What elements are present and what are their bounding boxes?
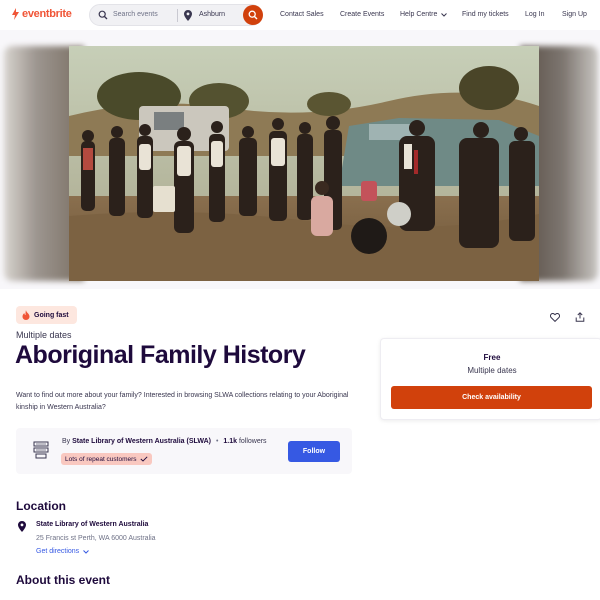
- organizer-by-prefix: By: [62, 438, 71, 445]
- event-hero-image: [69, 46, 539, 281]
- search-bar[interactable]: Search events Ashburn: [89, 4, 262, 26]
- venue-address: 25 Francis st Perth, WA 6000 Australia: [36, 535, 156, 542]
- venue-name: State Library of Western Australia: [36, 521, 149, 528]
- chevron-down-icon: [441, 12, 448, 17]
- organizer-line: By State Library of Western Australia (S…: [62, 438, 267, 445]
- going-fast-label: Going fast: [34, 311, 69, 319]
- get-directions-link[interactable]: Get directions: [36, 548, 90, 555]
- check-icon: [140, 456, 148, 462]
- search-input[interactable]: Search events: [113, 11, 158, 18]
- organizer-followers-count: 1.1k: [223, 438, 237, 445]
- organizer-followers-label: followers: [238, 438, 267, 445]
- location-input[interactable]: Ashburn: [199, 11, 225, 18]
- event-summary: Want to find out more about your family?…: [16, 392, 349, 411]
- ticket-dates: Multiple dates: [467, 366, 517, 375]
- chevron-down-icon: [83, 549, 90, 554]
- event-title: Aboriginal Family History: [15, 341, 306, 369]
- nav-find-tickets[interactable]: Find my tickets: [462, 11, 509, 18]
- search-icon: [248, 10, 258, 20]
- top-nav: eventbrite Search events Ashburn Contact…: [0, 0, 600, 30]
- ticket-card: Free Multiple dates Check availability: [380, 338, 600, 420]
- check-availability-button[interactable]: Check availability: [391, 386, 592, 409]
- organizer-card: By State Library of Western Australia (S…: [16, 428, 352, 474]
- like-button[interactable]: [549, 309, 561, 327]
- repeat-customers-badge: Lots of repeat customers: [61, 453, 152, 465]
- going-fast-badge: Going fast: [16, 306, 77, 324]
- ticket-price: Free: [483, 353, 501, 362]
- location-pin-icon: [18, 521, 26, 532]
- fire-icon: [22, 310, 30, 320]
- get-directions-label: Get directions: [36, 548, 80, 555]
- location-pin-icon: [184, 10, 192, 21]
- nav-sign-up[interactable]: Sign Up: [562, 11, 587, 18]
- nav-create-events[interactable]: Create Events: [340, 11, 384, 18]
- share-button[interactable]: [575, 309, 585, 327]
- heart-icon: [549, 313, 561, 323]
- about-heading: About this event: [16, 573, 111, 587]
- eventbrite-logo-icon: [12, 8, 19, 20]
- repeat-customers-label: Lots of repeat customers: [65, 455, 137, 463]
- follow-button[interactable]: Follow: [288, 441, 340, 462]
- search-button[interactable]: [243, 5, 263, 25]
- organizer-separator: •: [215, 438, 219, 445]
- logo-text: eventbrite: [22, 8, 72, 20]
- organizer-logo-icon[interactable]: [32, 441, 50, 459]
- search-divider: [177, 9, 178, 22]
- organizer-name[interactable]: State Library of Western Australia (SLWA…: [72, 438, 211, 445]
- nav-help-centre[interactable]: Help Centre: [400, 11, 448, 18]
- event-dates-label: Multiple dates: [16, 330, 72, 340]
- share-icon: [575, 312, 585, 322]
- eventbrite-logo[interactable]: eventbrite: [11, 8, 72, 20]
- nav-log-in[interactable]: Log In: [525, 11, 544, 18]
- search-icon: [98, 10, 108, 20]
- event-hero: [0, 30, 600, 289]
- hero-photo-illustration: [69, 46, 539, 281]
- nav-help-label: Help Centre: [400, 11, 438, 18]
- nav-contact-sales[interactable]: Contact Sales: [280, 11, 324, 18]
- location-heading: Location: [16, 499, 66, 513]
